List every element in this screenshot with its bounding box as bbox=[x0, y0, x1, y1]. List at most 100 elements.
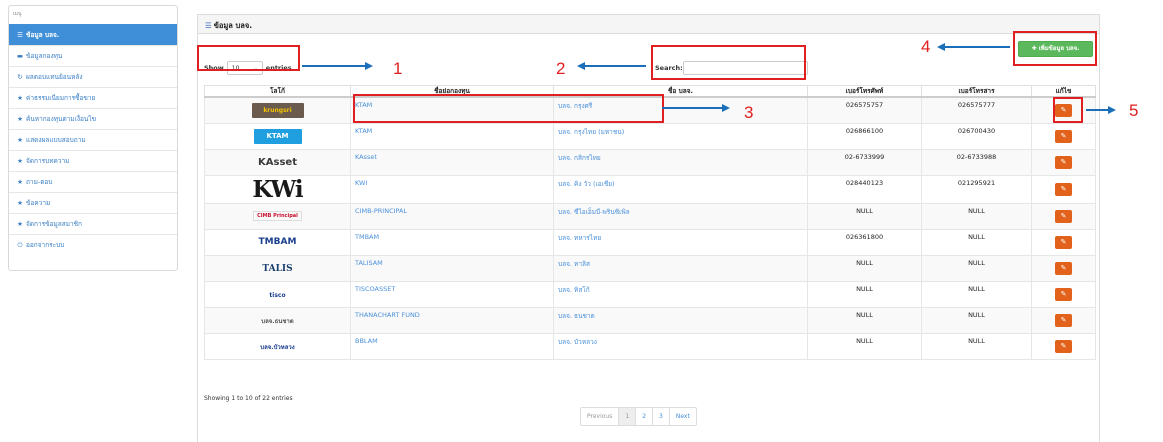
list-icon: ☰ bbox=[17, 31, 23, 39]
company-name-link[interactable]: บลจ. ทาลิส bbox=[553, 254, 808, 283]
fund-short-name-link[interactable]: CIMB-PRINCIPAL bbox=[350, 202, 554, 230]
column-header[interactable]: แก้ไข bbox=[1031, 85, 1096, 98]
table-row: KTAM KTAM บลจ. กรุงไทย (มหาชน) 026866100 026… bbox=[204, 122, 1096, 150]
page-link[interactable]: 3 bbox=[652, 408, 669, 425]
kasset-logo: KAsset bbox=[258, 156, 297, 168]
sidebar-item-7[interactable]: ★ ถาม-ตอบ bbox=[9, 171, 177, 192]
phone-cell: 02-6733999 bbox=[807, 148, 922, 176]
sidebar-item-9[interactable]: ★ จัดการข้อมูลสมาชิก bbox=[9, 213, 177, 234]
company-name-link[interactable]: บลจ. ทหารไทย bbox=[553, 228, 808, 256]
edit-icon: ✎ bbox=[1060, 342, 1067, 351]
sidebar-item-1[interactable]: ▬ ข้อมูลกองทุน bbox=[9, 45, 177, 66]
company-name-link[interactable]: บลจ. คิง วัว (เอเชีย) bbox=[553, 174, 808, 204]
edit-button[interactable]: ✎ bbox=[1055, 129, 1072, 143]
edit-button[interactable]: ✎ bbox=[1055, 262, 1072, 276]
column-header[interactable]: เบอร์โทรศัพท์ bbox=[807, 85, 922, 98]
star-icon: ★ bbox=[17, 178, 23, 186]
phone-cell: 026866100 bbox=[807, 122, 922, 150]
company-name-link[interactable]: บลจ. ธนชาต bbox=[553, 307, 808, 335]
phone-cell: NULL bbox=[807, 281, 922, 309]
sidebar-item-label: ค่าธรรมเนียมการซื้อขาย bbox=[26, 94, 96, 102]
company-name-link[interactable]: บลจ. กรุงไทย (มหาชน) bbox=[553, 122, 808, 150]
page-link[interactable]: Next bbox=[668, 408, 696, 425]
logo-cell: บลจ.ธนชาต bbox=[204, 307, 351, 335]
fund-short-name-link[interactable]: KTAM bbox=[350, 122, 554, 150]
tisco-logo: tisco bbox=[269, 291, 286, 299]
edit-cell: ✎ bbox=[1031, 254, 1096, 283]
edit-cell: ✎ bbox=[1031, 333, 1096, 361]
annotation-number-4: 4 bbox=[921, 37, 931, 56]
list-icon: ☰ bbox=[205, 21, 212, 30]
fund-short-name-link[interactable]: TISCOASSET bbox=[350, 281, 554, 309]
annotation-box-search bbox=[651, 45, 806, 80]
edit-button[interactable]: ✎ bbox=[1055, 235, 1072, 249]
sidebar-item-10[interactable]: ⏻ ออกจากระบบ bbox=[9, 234, 177, 255]
phone-cell: 026575757 bbox=[807, 96, 922, 124]
fund-short-name-link[interactable]: BBLAM bbox=[350, 333, 554, 361]
logo-cell: KWi bbox=[204, 174, 351, 204]
panel-title: ข้อมูล บลจ. bbox=[213, 21, 253, 30]
sidebar-item-label: ค้นหากองทุนตามเงื่อนไข bbox=[26, 115, 97, 123]
sidebar-item-label: ข้อมูล บลจ. bbox=[26, 31, 60, 39]
phone-cell: 028440123 bbox=[807, 174, 922, 204]
sidebar-item-4[interactable]: ★ ค้นหากองทุนตามเงื่อนไข bbox=[9, 108, 177, 129]
table-info: Showing 1 to 10 of 22 entries bbox=[204, 395, 293, 402]
annotation-box-row bbox=[353, 94, 664, 123]
edit-cell: ✎ bbox=[1031, 281, 1096, 309]
sidebar-item-2[interactable]: ↻ ผลตอบแทนย้อนหลัง bbox=[9, 66, 177, 87]
fund-short-name-link[interactable]: KAsset bbox=[350, 148, 554, 176]
page-link[interactable]: Previous bbox=[581, 408, 618, 425]
annotation-number-1: 1 bbox=[393, 59, 403, 78]
sidebar-item-5[interactable]: ★ แสดงผลแบบสอบถาม bbox=[9, 129, 177, 150]
sidebar-item-8[interactable]: ★ ข้อความ bbox=[9, 192, 177, 213]
talis-logo: TALIS bbox=[262, 263, 293, 274]
column-header[interactable]: โลโก้ bbox=[204, 85, 351, 98]
panel-header: ☰ ข้อมูล บลจ. bbox=[198, 15, 1099, 34]
pagination: Previous 1 2 3 Next bbox=[580, 407, 697, 426]
fax-cell: NULL bbox=[921, 333, 1032, 361]
table-row: tisco TISCOASSET บลจ. ทิสโก้ NULL NULL ✎ bbox=[204, 281, 1096, 309]
page-link[interactable]: 1 bbox=[618, 408, 636, 425]
sidebar-item-label: ข้อมูลกองทุน bbox=[26, 52, 63, 60]
fund-short-name-link[interactable]: KWI bbox=[350, 174, 554, 204]
sidebar-item-label: แสดงผลแบบสอบถาม bbox=[26, 136, 86, 144]
sidebar-item-label: ข้อความ bbox=[26, 199, 51, 207]
fund-short-name-link[interactable]: THANACHART FUND bbox=[350, 307, 554, 335]
table-row: CIMB Principal CIMB-PRINCIPAL บลจ. ซีไอเอ็… bbox=[204, 202, 1096, 230]
logo-cell: TMBAM bbox=[204, 228, 351, 256]
refresh-icon: ↻ bbox=[17, 73, 23, 81]
edit-icon: ✎ bbox=[1060, 264, 1067, 273]
sidebar-item-6[interactable]: ★ จัดการบทความ bbox=[9, 150, 177, 171]
edit-button[interactable]: ✎ bbox=[1055, 182, 1072, 196]
sidebar-item-label: ออกจากระบบ bbox=[26, 241, 65, 249]
edit-icon: ✎ bbox=[1060, 237, 1067, 246]
edit-button[interactable]: ✎ bbox=[1055, 155, 1072, 169]
edit-cell: ✎ bbox=[1031, 202, 1096, 230]
page-link[interactable]: 2 bbox=[635, 408, 652, 425]
logo-cell: TALIS bbox=[204, 254, 351, 283]
logo-cell: KAsset bbox=[204, 148, 351, 176]
company-name-link[interactable]: บลจ. ทิสโก้ bbox=[553, 281, 808, 309]
star-icon: ★ bbox=[17, 157, 23, 165]
column-header[interactable]: เบอร์โทรสาร bbox=[921, 85, 1032, 98]
edit-button[interactable]: ✎ bbox=[1055, 314, 1072, 328]
fax-cell: NULL bbox=[921, 228, 1032, 256]
fund-short-name-link[interactable]: TALISAM bbox=[350, 254, 554, 283]
company-name-link[interactable]: บลจ. บัวหลวง bbox=[553, 333, 808, 361]
fund-short-name-link[interactable]: TMBAM bbox=[350, 228, 554, 256]
company-name-link[interactable]: บลจ. กสิกรไทย bbox=[553, 148, 808, 176]
company-name-link[interactable]: บลจ. ซีไอเอ็มบี-พรินซิเพิล bbox=[553, 202, 808, 230]
sidebar-item-0[interactable]: ☰ ข้อมูล บลจ. bbox=[9, 24, 177, 45]
edit-cell: ✎ bbox=[1031, 307, 1096, 335]
annotation-number-3: 3 bbox=[744, 103, 754, 122]
edit-button[interactable]: ✎ bbox=[1055, 288, 1072, 302]
edit-cell: ✎ bbox=[1031, 122, 1096, 150]
annotation-number-2: 2 bbox=[556, 59, 566, 78]
sidebar-item-3[interactable]: ★ ค่าธรรมเนียมการซื้อขาย bbox=[9, 87, 177, 108]
fax-cell: 026575777 bbox=[921, 96, 1032, 124]
annotation-box-length bbox=[197, 45, 300, 71]
annotation-number-5: 5 bbox=[1129, 101, 1139, 120]
edit-button[interactable]: ✎ bbox=[1055, 209, 1072, 223]
edit-button[interactable]: ✎ bbox=[1055, 340, 1072, 354]
edit-icon: ✎ bbox=[1060, 316, 1067, 325]
